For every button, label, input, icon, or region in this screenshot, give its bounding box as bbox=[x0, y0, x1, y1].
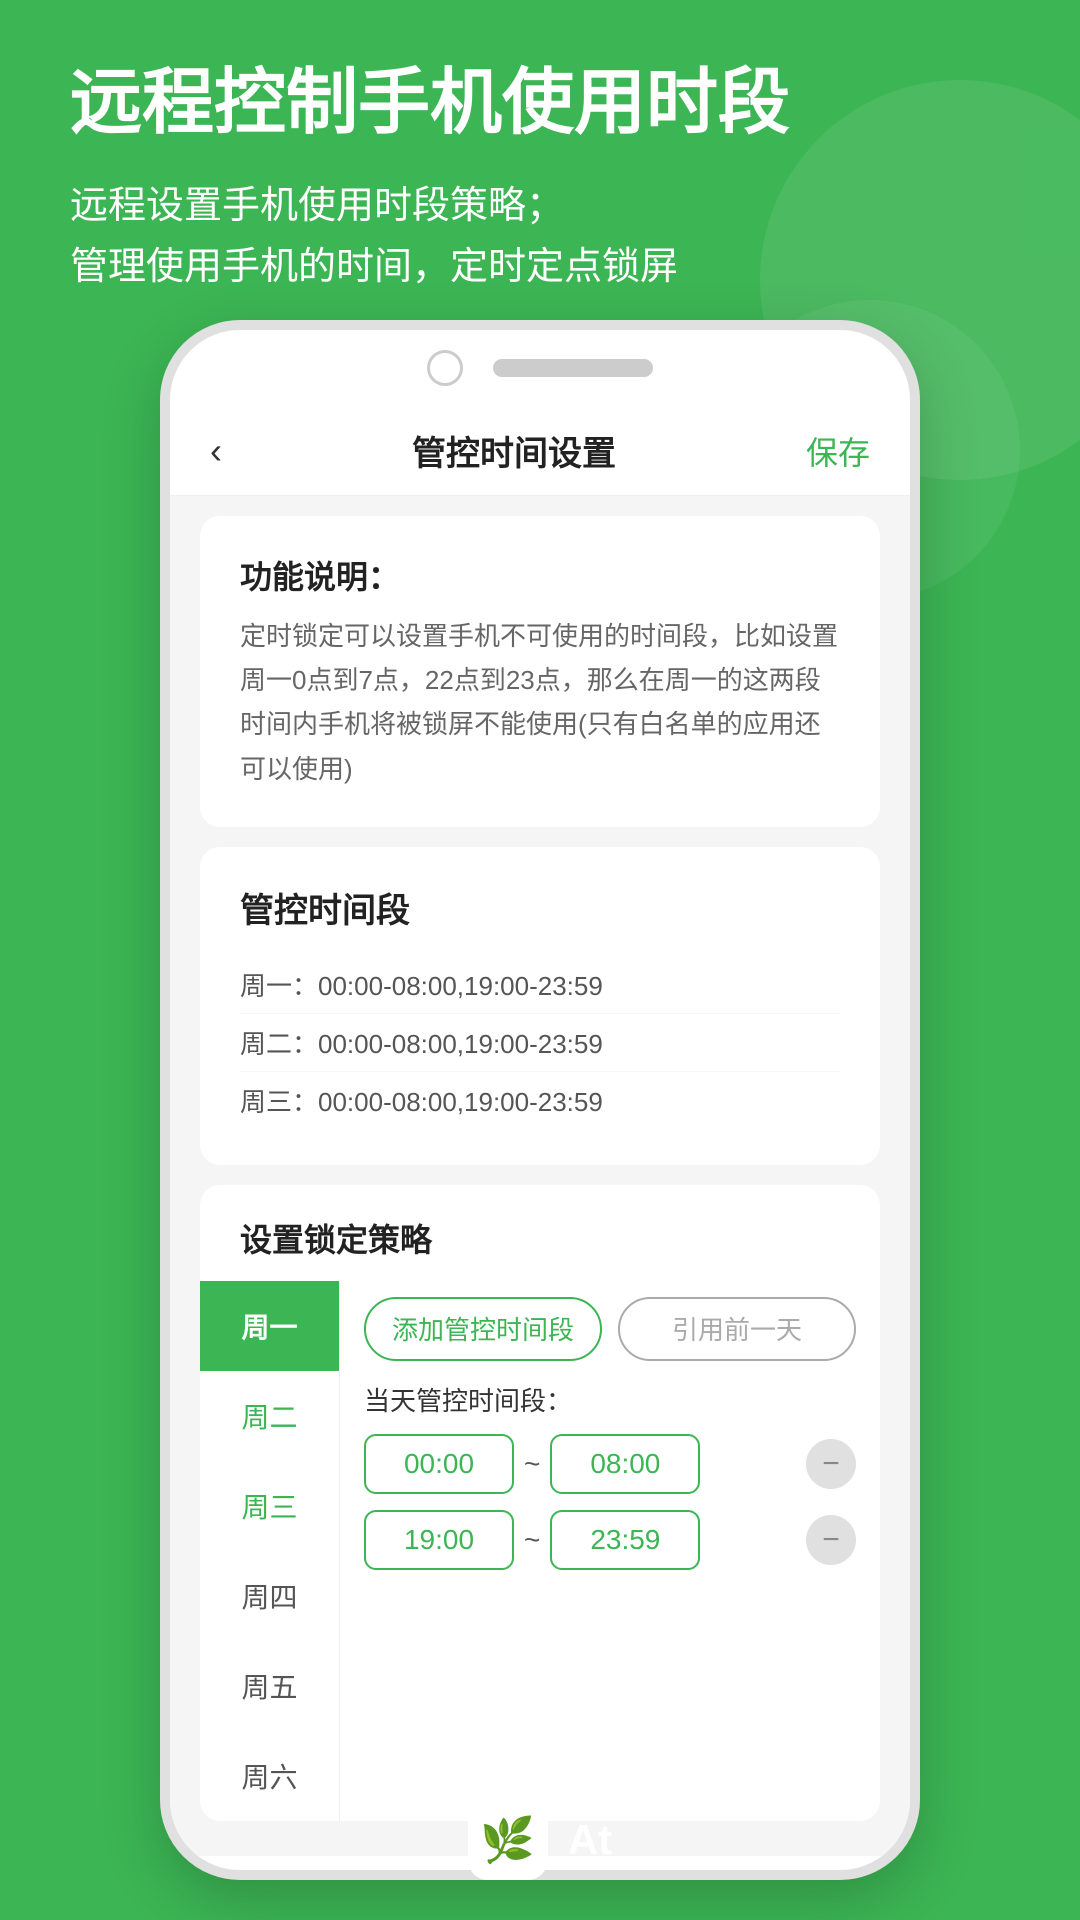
schedule-item-monday: 周一：00:00-08:00,19:00-23:59 bbox=[240, 956, 840, 1014]
end-time-1[interactable]: 08:00 bbox=[550, 1434, 700, 1494]
bottom-logo: 🌿 At bbox=[468, 1800, 612, 1880]
time-slot-1: 00:00 ~ 08:00 − bbox=[364, 1434, 856, 1494]
copy-prev-day-button[interactable]: 引用前一天 bbox=[618, 1297, 856, 1361]
action-buttons: 添加管控时间段 引用前一天 bbox=[364, 1297, 856, 1361]
back-button[interactable]: ‹ bbox=[210, 430, 222, 472]
strategy-card: 设置锁定策略 周一 周二 周三 周四 周五 周六 bbox=[200, 1185, 880, 1821]
strategy-card-title: 设置锁定策略 bbox=[200, 1185, 880, 1281]
phone-speaker bbox=[493, 359, 653, 377]
day-item-friday[interactable]: 周五 bbox=[200, 1641, 339, 1731]
end-time-2[interactable]: 23:59 bbox=[550, 1510, 700, 1570]
time-slot-2: 19:00 ~ 23:59 − bbox=[364, 1510, 856, 1570]
schedule-item-wednesday: 周三：00:00-08:00,19:00-23:59 bbox=[240, 1072, 840, 1129]
start-time-2[interactable]: 19:00 bbox=[364, 1510, 514, 1570]
day-item-tuesday[interactable]: 周二 bbox=[200, 1371, 339, 1461]
content-scroll: 功能说明： 定时锁定可以设置手机不可使用的时间段，比如设置周一0点到7点，22点… bbox=[170, 496, 910, 1856]
logo-text: At bbox=[568, 1816, 612, 1864]
remove-slot-1-button[interactable]: − bbox=[806, 1439, 856, 1489]
nav-title: 管控时间设置 bbox=[412, 426, 616, 475]
sub-line2: 管理使用手机的时间，定时定点锁屏 bbox=[70, 246, 678, 288]
add-time-slot-button[interactable]: 添加管控时间段 bbox=[364, 1297, 602, 1361]
day-item-thursday[interactable]: 周四 bbox=[200, 1551, 339, 1641]
time-separator-1: ~ bbox=[524, 1448, 540, 1480]
schedule-item-tuesday: 周二：00:00-08:00,19:00-23:59 bbox=[240, 1014, 840, 1072]
sub-line1: 远程设置手机使用时段策略； bbox=[70, 185, 564, 227]
feature-card: 功能说明： 定时锁定可以设置手机不可使用的时间段，比如设置周一0点到7点，22点… bbox=[200, 516, 880, 827]
save-button[interactable]: 保存 bbox=[806, 428, 870, 474]
day-item-monday[interactable]: 周一 bbox=[200, 1281, 339, 1371]
start-time-1[interactable]: 00:00 bbox=[364, 1434, 514, 1494]
schedule-card: 管控时间段 周一：00:00-08:00,19:00-23:59 周二：00:0… bbox=[200, 847, 880, 1165]
logo-icon: 🌿 bbox=[468, 1800, 548, 1880]
feature-card-desc: 定时锁定可以设置手机不可使用的时间段，比如设置周一0点到7点，22点到23点，那… bbox=[240, 614, 840, 791]
day-list: 周一 周二 周三 周四 周五 周六 bbox=[200, 1281, 340, 1821]
time-panel: 添加管控时间段 引用前一天 当天管控时间段： 00:00 ~ 08:00 − bbox=[340, 1281, 880, 1821]
today-label: 当天管控时间段： bbox=[364, 1381, 856, 1418]
day-item-saturday[interactable]: 周六 bbox=[200, 1731, 339, 1821]
day-item-wednesday[interactable]: 周三 bbox=[200, 1461, 339, 1551]
sub-title: 远程设置手机使用时段策略； 管理使用手机的时间，定时定点锁屏 bbox=[70, 176, 1010, 298]
phone-camera bbox=[427, 350, 463, 386]
remove-slot-2-button[interactable]: − bbox=[806, 1515, 856, 1565]
schedule-card-title: 管控时间段 bbox=[240, 883, 840, 932]
main-title: 远程控制手机使用时段 bbox=[70, 60, 1010, 146]
time-separator-2: ~ bbox=[524, 1524, 540, 1556]
feature-card-title: 功能说明： bbox=[240, 552, 840, 598]
phone-mockup: ‹ 管控时间设置 保存 功能说明： 定时锁定可以设置手机不可使用的时间段，比如设… bbox=[160, 320, 920, 1880]
app-navbar: ‹ 管控时间设置 保存 bbox=[170, 406, 910, 496]
